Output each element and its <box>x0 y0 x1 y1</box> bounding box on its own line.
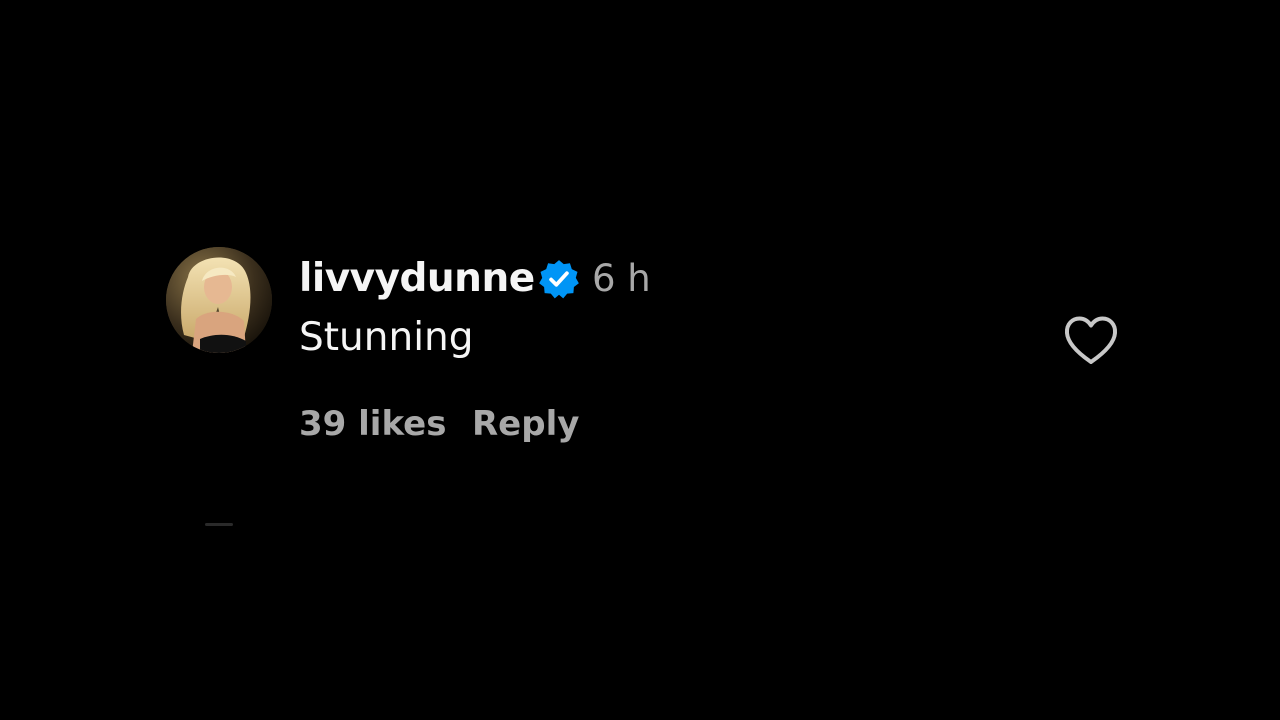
verified-badge-icon <box>538 258 580 300</box>
like-button[interactable] <box>1062 314 1120 368</box>
reply-button[interactable]: Reply <box>472 400 579 448</box>
likes-count[interactable]: 39 likes <box>299 400 446 448</box>
comment-screen: livvydunne 6 h Stunning 39 likes Reply <box>0 0 1280 720</box>
comment-timestamp: 6 h <box>592 257 651 300</box>
heart-outline-icon <box>1064 316 1118 364</box>
next-comment-edge <box>205 523 233 526</box>
avatar[interactable] <box>166 247 272 353</box>
comment-username[interactable]: livvydunne <box>299 253 535 305</box>
comment-text: Stunning <box>299 315 474 360</box>
avatar-photo <box>166 247 272 353</box>
